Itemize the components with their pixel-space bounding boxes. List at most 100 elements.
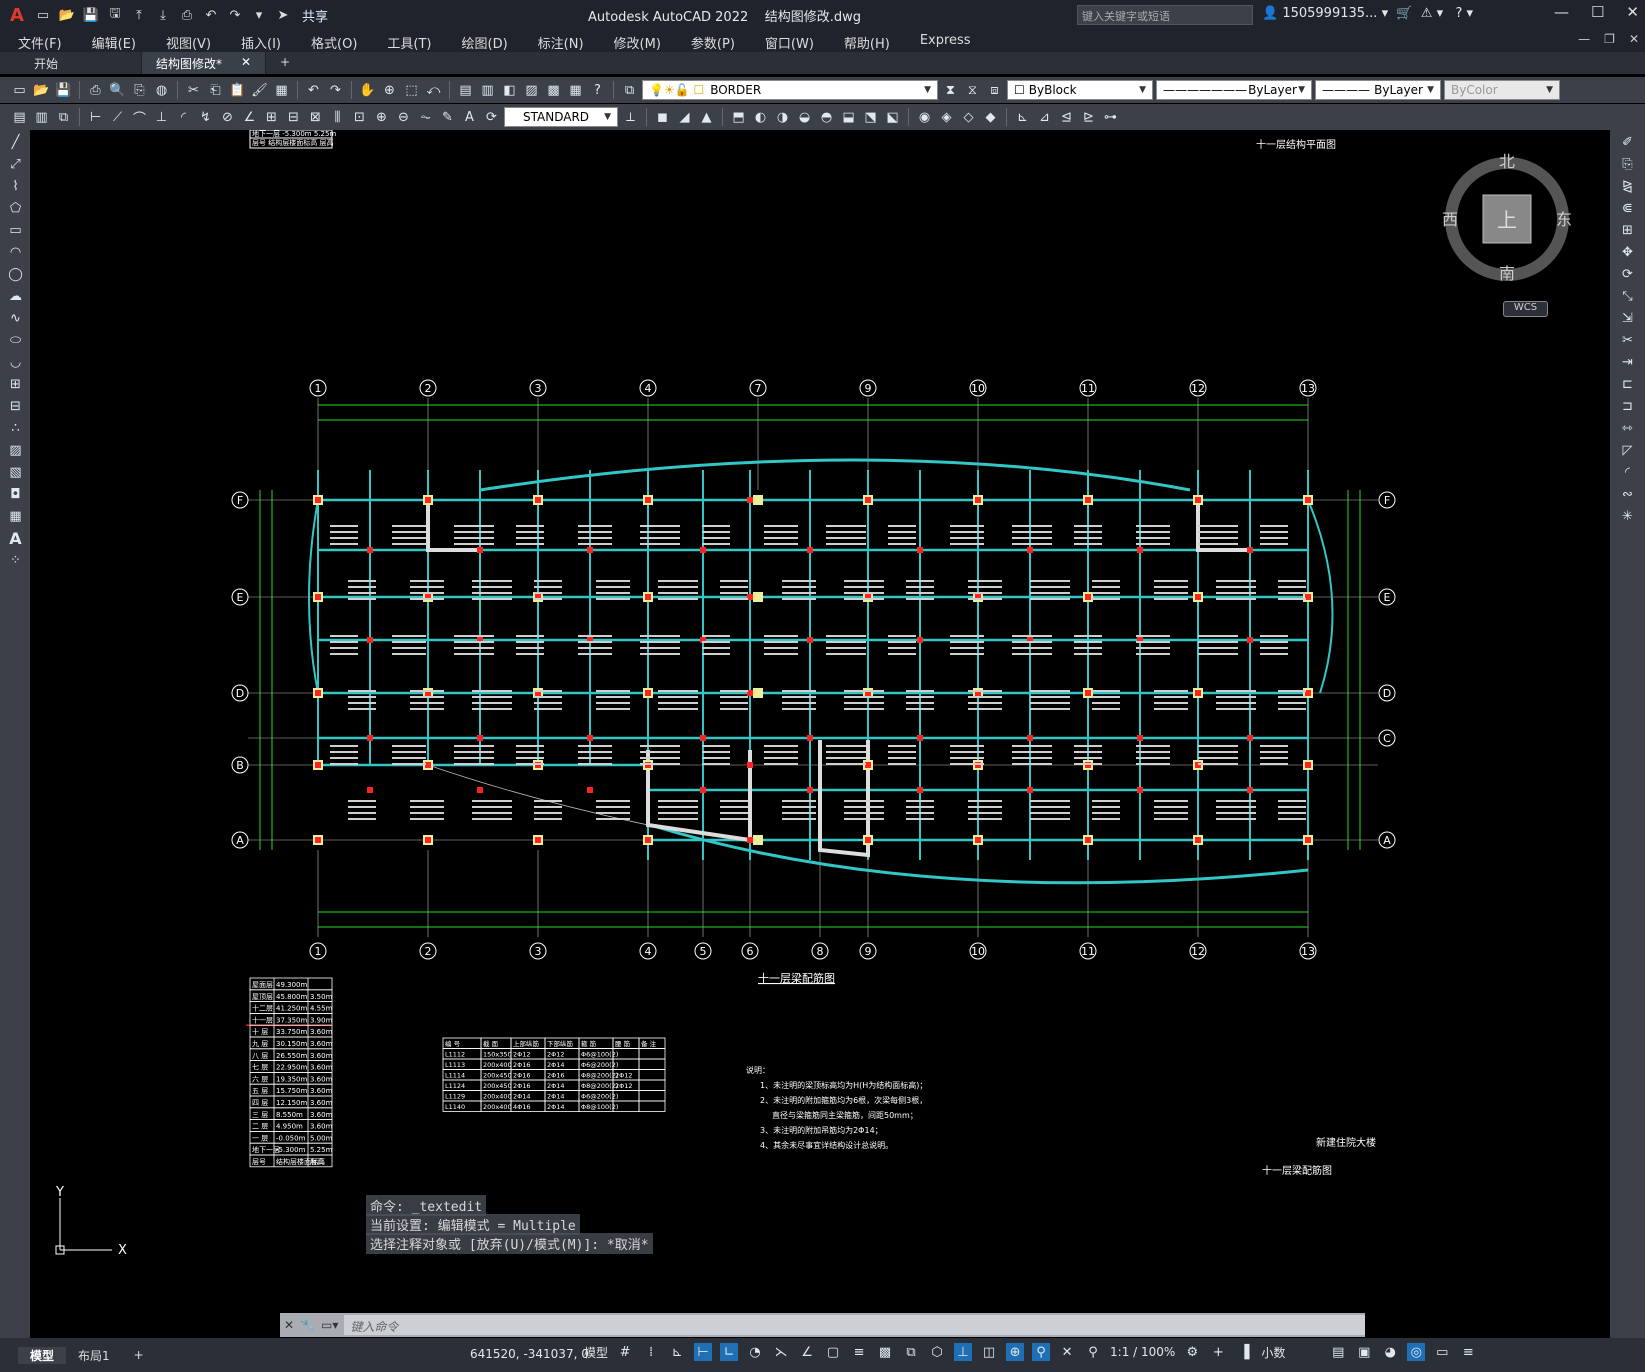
annotation-visibility-icon[interactable]: ⚲ [1032, 1343, 1051, 1361]
paste-icon[interactable]: 📋 [228, 81, 247, 100]
ucs-face-icon[interactable]: ⊵ [1079, 108, 1098, 127]
drawing-canvas[interactable]: 地下一层 -5.300m 5.25m 层号 结构层楼面标高 层高 十一层结构平面… [30, 130, 1610, 1338]
materials-icon[interactable]: ◇ [959, 108, 978, 127]
polar-tracking-icon[interactable]: ◔ [746, 1343, 764, 1361]
publish-icon[interactable]: ⎘ [130, 81, 149, 100]
recent-commands-icon[interactable]: ▭▾ [321, 1318, 338, 1332]
transparency-icon[interactable]: ▩ [876, 1343, 894, 1361]
quick-dim-icon[interactable]: ⊞ [262, 108, 281, 127]
grid-icon[interactable]: # [616, 1343, 634, 1361]
dynamic-input-icon[interactable]: ⊢ [694, 1343, 713, 1361]
erase-icon[interactable]: ✐ [1618, 133, 1637, 152]
coordinate-readout[interactable]: 641520, -341037, 0 [470, 1347, 589, 1361]
lineweight-icon[interactable]: ≡ [850, 1343, 868, 1361]
ellipse-icon[interactable]: ⬭ [6, 331, 25, 350]
chamfer-icon[interactable]: ◸ [1618, 441, 1637, 460]
ucs-previous-icon[interactable]: ⊴ [1057, 108, 1076, 127]
pan-icon[interactable]: ✋ [358, 81, 377, 100]
dim-text-edit-icon[interactable]: A [460, 108, 479, 127]
viewcube[interactable]: 上 北 南 东 西 [1437, 149, 1577, 289]
help-icon[interactable]: ? [588, 81, 607, 100]
region-icon[interactable]: ◘ [6, 485, 25, 504]
3d-print-icon[interactable]: ◍ [152, 81, 171, 100]
explode-icon[interactable]: ✳ [1618, 507, 1637, 526]
units-value[interactable]: 小数 [1261, 1344, 1321, 1361]
plot-icon[interactable]: ⎙ [86, 81, 105, 100]
menu-draw[interactable]: 绘图(D) [444, 30, 520, 52]
save-as-icon[interactable]: 🖫 [106, 6, 124, 24]
clean-screen-icon[interactable]: ▭ [1433, 1343, 1451, 1361]
customization-menu-icon[interactable]: ≡ [1459, 1343, 1477, 1361]
doc-close-icon[interactable]: ✕ [1629, 32, 1639, 46]
arc-icon[interactable]: ◠ [6, 243, 25, 262]
blend-curves-icon[interactable]: ∾ [1618, 485, 1637, 504]
cone-icon[interactable]: ▲ [697, 108, 716, 127]
selection-cycling-icon[interactable]: ⧉ [902, 1343, 920, 1361]
zoom-realtime-icon[interactable]: ⊕ [380, 81, 399, 100]
ellipse-arc-icon[interactable]: ◡ [6, 353, 25, 372]
dimension-style-icon[interactable]: ⟂ [621, 108, 640, 127]
plot-icon[interactable]: ⎙ [178, 6, 196, 24]
menu-help[interactable]: 帮助(H) [826, 30, 902, 52]
isolate-objects-icon[interactable]: ◕ [1381, 1343, 1399, 1361]
undo-icon[interactable]: ↶ [202, 6, 220, 24]
insert-block-icon[interactable]: ⊞ [6, 375, 25, 394]
new-tab-button[interactable]: + [266, 52, 304, 74]
aligned-dim-icon[interactable]: ⟋ [108, 108, 127, 127]
offset-icon[interactable]: ⋐ [1618, 199, 1637, 218]
layer-match-icon[interactable]: ⧈ [985, 81, 1004, 100]
menu-insert[interactable]: 插入(I) [223, 30, 293, 52]
polyline-icon[interactable]: ⌇ [6, 177, 25, 196]
annotation-scale-value[interactable]: 1:1 / 100% [1110, 1345, 1175, 1359]
isometric-icon[interactable]: ⋋ [772, 1343, 790, 1361]
shade-icon[interactable]: ◉ [915, 108, 934, 127]
dynamic-ucs-icon[interactable]: ⊥ [954, 1343, 973, 1361]
tolerance-icon[interactable]: ⊡ [350, 108, 369, 127]
compass-west[interactable]: 西 [1442, 210, 1458, 229]
ortho-icon[interactable]: ∟ [720, 1343, 739, 1361]
calculator-icon[interactable]: ▦ [566, 81, 585, 100]
menu-express[interactable]: Express [902, 30, 983, 52]
revision-cloud-icon[interactable]: ☁ [6, 287, 25, 306]
compass-north[interactable]: 北 [1499, 152, 1515, 171]
selection-filter-icon[interactable]: ◫ [980, 1343, 998, 1361]
menu-parametric[interactable]: 参数(P) [673, 30, 747, 52]
doc-restore-icon[interactable]: ❐ [1604, 32, 1615, 46]
redo-icon[interactable]: ↷ [226, 6, 244, 24]
command-input[interactable]: 键入命令 [344, 1315, 1365, 1335]
object-snap-tracking-icon[interactable]: ∠ [798, 1343, 816, 1361]
ucs-icon[interactable]: ⊾ [1013, 108, 1032, 127]
close-command-icon[interactable]: ✕ [284, 1318, 294, 1332]
loft-icon[interactable]: ◒ [795, 108, 814, 127]
menu-modify[interactable]: 修改(M) [596, 30, 673, 52]
center-mark-icon[interactable]: ⊕ [372, 108, 391, 127]
text-edit-icon[interactable]: ▥ [32, 108, 51, 127]
break-icon[interactable]: ⊐ [1618, 397, 1637, 416]
construction-line-icon[interactable]: ⤢ [6, 155, 25, 174]
line-icon[interactable]: ╱ [6, 133, 25, 152]
tab-model[interactable]: 模型 [18, 1346, 67, 1364]
diameter-dim-icon[interactable]: ⊘ [218, 108, 237, 127]
layer-previous-icon[interactable]: ⧖ [963, 81, 982, 100]
ucs-object-icon[interactable]: ⊶ [1101, 108, 1120, 127]
rectangle-icon[interactable]: ▭ [6, 221, 25, 240]
undo-icon[interactable]: ↶ [304, 81, 323, 100]
make-block-icon[interactable]: ⊟ [6, 397, 25, 416]
scale-icon[interactable]: ⤡ [1618, 287, 1637, 306]
color-dropdown[interactable]: ☐ ByBlock ▼ [1007, 80, 1153, 100]
help-search-input[interactable]: 键入关键字或短语 [1077, 5, 1253, 25]
break-at-point-icon[interactable]: ⊏ [1618, 375, 1637, 394]
circle-icon[interactable]: ◯ [6, 265, 25, 284]
copy-icon[interactable]: ⎘ [1618, 155, 1637, 174]
jogged-dim-icon[interactable]: ↯ [196, 108, 215, 127]
wcs-menu[interactable]: WCS [1503, 301, 1548, 317]
close-icon[interactable]: ✕ [1626, 3, 1639, 21]
ordinate-dim-icon[interactable]: ⊥ [152, 108, 171, 127]
menu-file[interactable]: 文件(F) [0, 30, 74, 52]
subtract-icon[interactable]: ⬔ [861, 108, 880, 127]
block-editor-icon[interactable]: ▦ [272, 81, 291, 100]
gradient-icon[interactable]: ▧ [6, 463, 25, 482]
dim-space-icon[interactable]: ⫼ [328, 108, 347, 127]
hatch-icon[interactable]: ▨ [6, 441, 25, 460]
arc-length-icon[interactable]: ⌒ [130, 108, 149, 127]
